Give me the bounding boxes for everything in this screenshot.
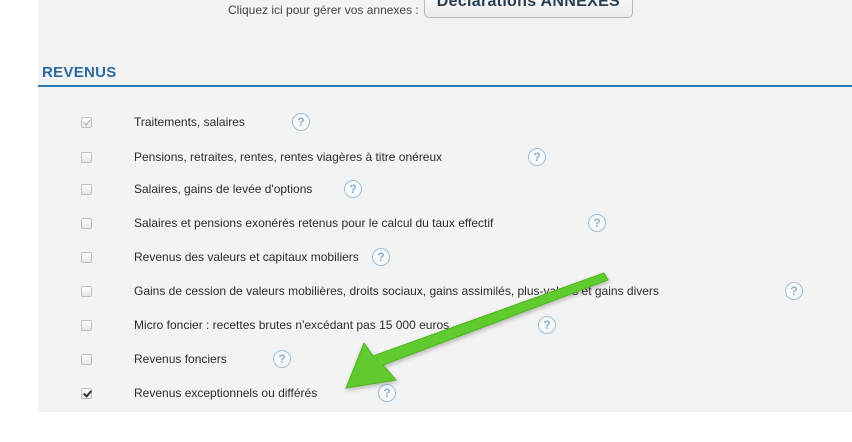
- income-row: Traitements, salaires ?: [0, 108, 852, 136]
- help-icon[interactable]: ?: [372, 248, 390, 266]
- income-row: Gains de cession de valeurs mobilières, …: [0, 277, 852, 305]
- income-checkbox[interactable]: [81, 251, 92, 263]
- income-label: Revenus des valeurs et capitaux mobilier…: [134, 250, 359, 264]
- income-row: Salaires et pensions exonérés retenus po…: [0, 209, 852, 237]
- income-checkbox[interactable]: [81, 183, 92, 195]
- income-label: Traitements, salaires: [134, 115, 245, 129]
- section-title-revenus: REVENUS: [42, 64, 117, 81]
- income-checkbox: [81, 116, 92, 128]
- annexes-label: Cliquez ici pour gérer vos annexes :: [228, 3, 419, 17]
- income-row: Pensions, retraites, rentes, rentes viag…: [0, 143, 852, 171]
- income-label: Pensions, retraites, rentes, rentes viag…: [134, 150, 443, 164]
- help-icon[interactable]: ?: [344, 180, 362, 198]
- income-checkbox[interactable]: [81, 319, 92, 331]
- page: Cliquez ici pour gérer vos annexes : Déc…: [0, 0, 852, 442]
- income-row: Micro foncier : recettes brutes n'excéda…: [0, 311, 852, 339]
- help-icon[interactable]: ?: [273, 350, 291, 368]
- income-checkbox[interactable]: [81, 151, 92, 163]
- income-row: Revenus fonciers ?: [0, 345, 852, 373]
- income-label: Salaires et pensions exonérés retenus po…: [134, 216, 494, 230]
- help-icon[interactable]: ?: [292, 113, 310, 131]
- income-label: Revenus exceptionnels ou différés: [134, 386, 318, 400]
- income-row: Revenus exceptionnels ou différés ?: [0, 379, 852, 407]
- help-icon[interactable]: ?: [588, 214, 606, 232]
- income-row: Salaires, gains de levée d'options ?: [0, 175, 852, 203]
- section-divider: [38, 85, 852, 87]
- income-label: Salaires, gains de levée d'options: [134, 182, 313, 196]
- declarations-annexes-button[interactable]: Déclarations ANNEXES: [423, 0, 634, 18]
- help-icon[interactable]: ?: [378, 384, 396, 402]
- income-checkbox[interactable]: [81, 353, 92, 365]
- annexes-row: Cliquez ici pour gérer vos annexes : Déc…: [228, 0, 634, 50]
- income-label: Revenus fonciers: [134, 352, 227, 366]
- help-icon[interactable]: ?: [538, 316, 556, 334]
- help-icon[interactable]: ?: [785, 282, 803, 300]
- income-row: Revenus des valeurs et capitaux mobilier…: [0, 243, 852, 271]
- income-label: Micro foncier : recettes brutes n'excéda…: [134, 318, 450, 332]
- income-checkbox[interactable]: [81, 285, 92, 297]
- income-checkbox[interactable]: [81, 217, 92, 229]
- help-icon[interactable]: ?: [528, 148, 546, 166]
- income-checkbox[interactable]: [81, 387, 92, 399]
- income-label: Gains de cession de valeurs mobilières, …: [134, 284, 659, 298]
